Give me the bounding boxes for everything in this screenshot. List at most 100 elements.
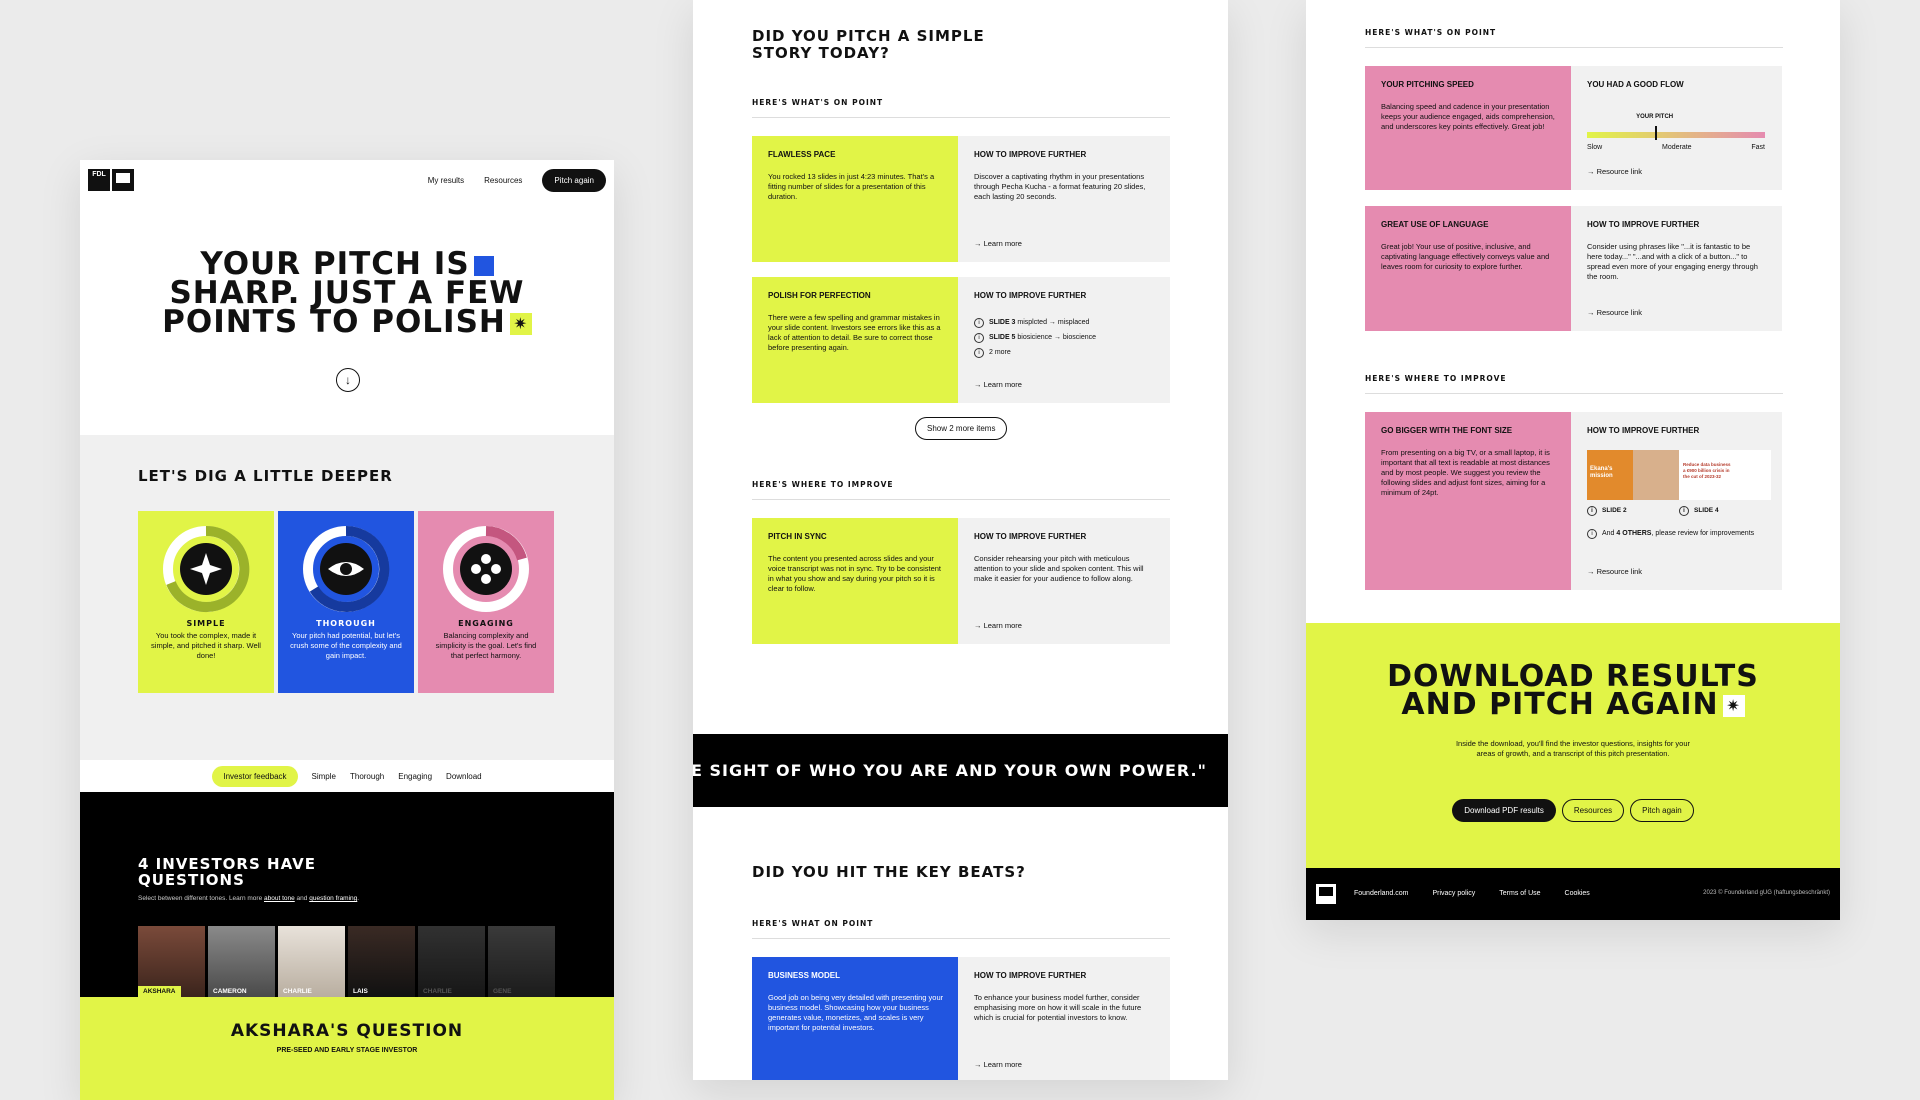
feedback-left: PITCH IN SYNC The content you presented … xyxy=(752,518,958,644)
about-tone-link[interactable]: about tone xyxy=(264,895,295,902)
pitch-delivery-panel: HERE'S WHAT'S ON POINT YOUR PITCHING SPE… xyxy=(1306,0,1840,920)
pace-marker xyxy=(1654,126,1657,140)
quote-text: E SIGHT OF WHO YOU ARE AND YOUR OWN POWE… xyxy=(693,761,1207,780)
tab-simple[interactable]: Simple xyxy=(312,772,336,781)
improve-title: YOU HAD A GOOD FLOW xyxy=(1587,80,1684,89)
slide-thumbnail[interactable]: Reduce data business a €900 billion cris… xyxy=(1679,450,1771,500)
feedback-block-font: GO BIGGER WITH THE FONT SIZE From presen… xyxy=(1365,412,1782,590)
avatar[interactable]: GENE xyxy=(488,926,555,997)
arrow-down-icon[interactable]: ↓ xyxy=(336,368,360,392)
learn-more-link[interactable]: → Learn more xyxy=(974,239,1022,248)
card-thorough-title: THOROUGH xyxy=(316,619,376,628)
footer-logo-icon[interactable] xyxy=(1316,884,1336,904)
pace-meter: YOUR PITCH Slow Moderate Fast xyxy=(1587,114,1765,164)
tab-thorough[interactable]: Thorough xyxy=(350,772,384,781)
avatar[interactable]: CAMERON xyxy=(208,926,275,997)
feedback-left: GREAT USE OF LANGUAGE Great job! Your us… xyxy=(1365,206,1571,331)
fix-text: misplcted → misplaced xyxy=(1017,319,1090,326)
tab-download[interactable]: Download xyxy=(446,772,482,781)
avatar[interactable]: AKSHARA xyxy=(138,926,205,997)
improve-title: HOW TO IMPROVE FURTHER xyxy=(974,971,1087,980)
blue-square-icon xyxy=(473,255,494,276)
info-icon: i xyxy=(974,318,984,328)
question-subtitle: PRE-SEED AND EARLY STAGE INVESTOR xyxy=(276,1047,418,1054)
learn-more-link[interactable]: → Learn more xyxy=(974,621,1022,630)
feedback-block-business: BUSINESS MODEL Good job on being very de… xyxy=(752,957,1170,1080)
resource-link[interactable]: → Resource link xyxy=(1587,567,1642,576)
feedback-desc: Great job! Your use of positive, inclusi… xyxy=(1381,242,1550,271)
feedback-left: FLAWLESS PACE You rocked 13 slides in ju… xyxy=(752,136,958,262)
investor-name: LAIS xyxy=(353,988,368,995)
list-item[interactable]: i 2 more xyxy=(974,345,1096,360)
list-item: i SLIDE 3 misplcted → misplaced xyxy=(974,315,1096,330)
card-thorough[interactable]: THOROUGH Your pitch had potential, but l… xyxy=(278,511,414,693)
others-count: 4 OTHERS xyxy=(1616,530,1652,537)
card-engaging-title: ENGAGING xyxy=(458,619,514,628)
improve-title: HOW TO IMPROVE FURTHER xyxy=(1587,220,1700,229)
resources-button[interactable]: Resources xyxy=(1561,799,1625,822)
feedback-right: HOW TO IMPROVE FURTHER Consider using ph… xyxy=(1571,206,1782,331)
download-title: DOWNLOAD RESULTS AND PITCH AGAIN ✷ xyxy=(1306,662,1840,720)
footer-copyright: 2023 © Founderland gUG (haftungsbeschrän… xyxy=(1703,890,1830,896)
others-post: , please review for improvements xyxy=(1651,530,1755,537)
question-title: AKSHARA'S QUESTION xyxy=(230,1021,464,1041)
nav-resources[interactable]: Resources xyxy=(484,176,522,185)
improve-title: HOW TO IMPROVE FURTHER xyxy=(1587,426,1700,435)
avatar[interactable]: LAIS xyxy=(348,926,415,997)
feedback-block-pace: FLAWLESS PACE You rocked 13 slides in ju… xyxy=(752,136,1170,262)
footer-link-cookies[interactable]: Cookies xyxy=(1565,890,1590,897)
quote-marquee: E SIGHT OF WHO YOU ARE AND YOUR OWN POWE… xyxy=(693,734,1228,807)
nav-my-results[interactable]: My results xyxy=(428,176,464,185)
improve-desc: Consider rehearsing your pitch with meti… xyxy=(974,554,1144,583)
investors-subtitle: Select between different tones. Learn mo… xyxy=(138,895,360,902)
info-icon: i xyxy=(974,333,984,343)
investor-name: CHARLIE xyxy=(423,988,452,995)
footer-link-privacy[interactable]: Privacy policy xyxy=(1432,890,1475,897)
card-engaging[interactable]: ENGAGING Balancing complexity and simpli… xyxy=(418,511,554,693)
dig-deeper-title: LET'S DIG A LITTLE DEEPER xyxy=(138,467,393,485)
footer-link-founderland[interactable]: Founderland.com xyxy=(1354,890,1408,897)
investors-title-line-2: QUESTIONS xyxy=(138,871,245,889)
slide-thumbnail[interactable]: Ekana's mission xyxy=(1587,450,1679,500)
pitch-again-button[interactable]: Pitch again xyxy=(1630,799,1694,822)
sparkle-icon: ✷ xyxy=(1722,694,1745,717)
slide-b-label: SLIDE 4 xyxy=(1694,507,1719,514)
avatar[interactable]: CHARLIE xyxy=(418,926,485,997)
arrow-right-icon: → xyxy=(974,239,984,248)
thumbnail-text: Reduce data business a €900 billion cris… xyxy=(1683,462,1731,479)
improve-title: HOW TO IMPROVE FURTHER xyxy=(974,150,1087,159)
card-simple[interactable]: SIMPLE You took the complex, made it sim… xyxy=(138,511,274,693)
avatar[interactable]: CHARLIE xyxy=(278,926,345,997)
resource-link[interactable]: → Resource link xyxy=(1587,308,1642,317)
learn-more-link[interactable]: → Learn more xyxy=(974,1060,1022,1069)
investor-name: AKSHARA xyxy=(138,986,181,997)
tab-investor-feedback[interactable]: Investor feedback xyxy=(212,765,298,787)
question-section: AKSHARA'S QUESTION PRE-SEED AND EARLY ST… xyxy=(80,997,614,1100)
card-engaging-desc: Balancing complexity and simplicity is t… xyxy=(435,631,537,660)
feedback-right: HOW TO IMPROVE FURTHER i SLIDE 3 misplcte… xyxy=(958,277,1170,403)
feedback-title: YOUR PITCHING SPEED xyxy=(1381,80,1474,89)
resource-link[interactable]: → Resource link xyxy=(1587,167,1642,176)
tab-engaging[interactable]: Engaging xyxy=(398,772,432,781)
download-section: DOWNLOAD RESULTS AND PITCH AGAIN ✷ Inside… xyxy=(1306,623,1840,868)
improve-label: HERE'S WHERE TO IMPROVE xyxy=(1365,374,1783,394)
learn-more-link[interactable]: → Learn more xyxy=(974,380,1022,389)
feedback-left: POLISH FOR PERFECTION There were a few s… xyxy=(752,277,958,403)
founderland-logo[interactable]: FDL xyxy=(88,169,134,191)
slide-label: SLIDE 5 xyxy=(989,334,1016,341)
feedback-title: BUSINESS MODEL xyxy=(768,971,841,980)
pitch-again-button[interactable]: Pitch again xyxy=(542,169,606,192)
show-more-button[interactable]: Show 2 more items xyxy=(915,417,1008,440)
footer-link-terms[interactable]: Terms of Use xyxy=(1499,890,1540,897)
beats-on-point-label: HERE'S WHAT ON POINT xyxy=(752,919,1170,939)
meter-label: YOUR PITCH xyxy=(1636,114,1674,120)
scale-slow: Slow xyxy=(1587,144,1603,151)
feedback-right: HOW TO IMPROVE FURTHER To enhance your b… xyxy=(958,957,1170,1080)
on-point-label: HERE'S WHAT'S ON POINT xyxy=(752,98,1170,118)
download-pdf-button[interactable]: Download PDF results xyxy=(1452,799,1556,822)
simple-story-title-line-2: STORY TODAY? xyxy=(752,44,890,62)
feedback-desc: There were a few spelling and grammar mi… xyxy=(768,313,941,352)
question-framing-link[interactable]: question framing xyxy=(309,895,357,902)
feedback-title: PITCH IN SYNC xyxy=(768,532,827,541)
feedback-block-speed: YOUR PITCHING SPEED Balancing speed and … xyxy=(1365,66,1782,190)
